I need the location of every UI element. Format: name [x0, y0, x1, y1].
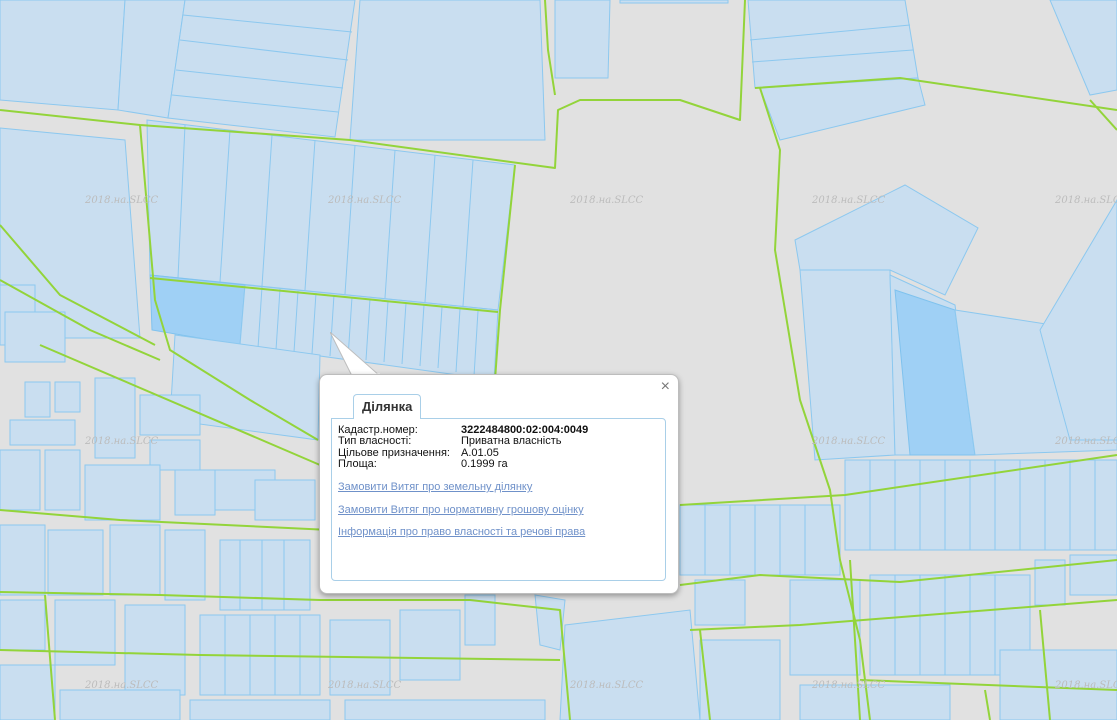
watermark: 2018.на.SLCC [327, 680, 401, 691]
watermark: 2018.на.SLCC [1054, 436, 1117, 447]
parcel-info-popup: × Ділянка Кадастр.номер: 3222484800:02:00… [319, 374, 679, 594]
watermark: 2018.на.SLCC [811, 436, 885, 447]
order-valuation-extract-link[interactable]: Замовити Витяг про нормативну грошову оц… [338, 504, 584, 516]
parcel-info-panel: Кадастр.номер: 3222484800:02:004:0049 Тип… [331, 418, 666, 581]
tab-parcel[interactable]: Ділянка [353, 394, 422, 419]
popup-pointer [330, 332, 380, 377]
watermark: 2018.на.SLCC [327, 195, 401, 206]
watermark: 2018.на.SLCC [569, 195, 643, 206]
area-value: 0.1999 га [461, 458, 508, 470]
area-label: Площа: [338, 458, 377, 470]
area-row: Площа: 0.1999 га [338, 458, 508, 470]
watermark: 2018.на.SLCC [1054, 680, 1117, 691]
watermark: 2018.на.SLCC [84, 680, 158, 691]
ownership-type-row: Тип власності: Приватна власність [338, 435, 561, 447]
ownership-type-label: Тип власності: [338, 435, 412, 447]
watermark: 2018.на.SLCC [84, 195, 158, 206]
watermark: 2018.на.SLCC [569, 680, 643, 691]
watermark: 2018.на.SLCC [811, 680, 885, 691]
close-icon[interactable]: × [661, 379, 670, 395]
watermark: 2018.на.SLCC [1054, 195, 1117, 206]
ownership-type-value: Приватна власність [461, 435, 562, 447]
cadastral-map[interactable]: 2018.на.SLCC 2018.на.SLCC 2018.на.SLCC 2… [0, 0, 1117, 720]
ownership-rights-info-link[interactable]: Інформація про право власності та речові… [338, 526, 585, 538]
watermark: 2018.на.SLCC [84, 436, 158, 447]
watermark: 2018.на.SLCC [811, 195, 885, 206]
order-land-extract-link[interactable]: Замовити Витяг про земельну ділянку [338, 481, 532, 493]
